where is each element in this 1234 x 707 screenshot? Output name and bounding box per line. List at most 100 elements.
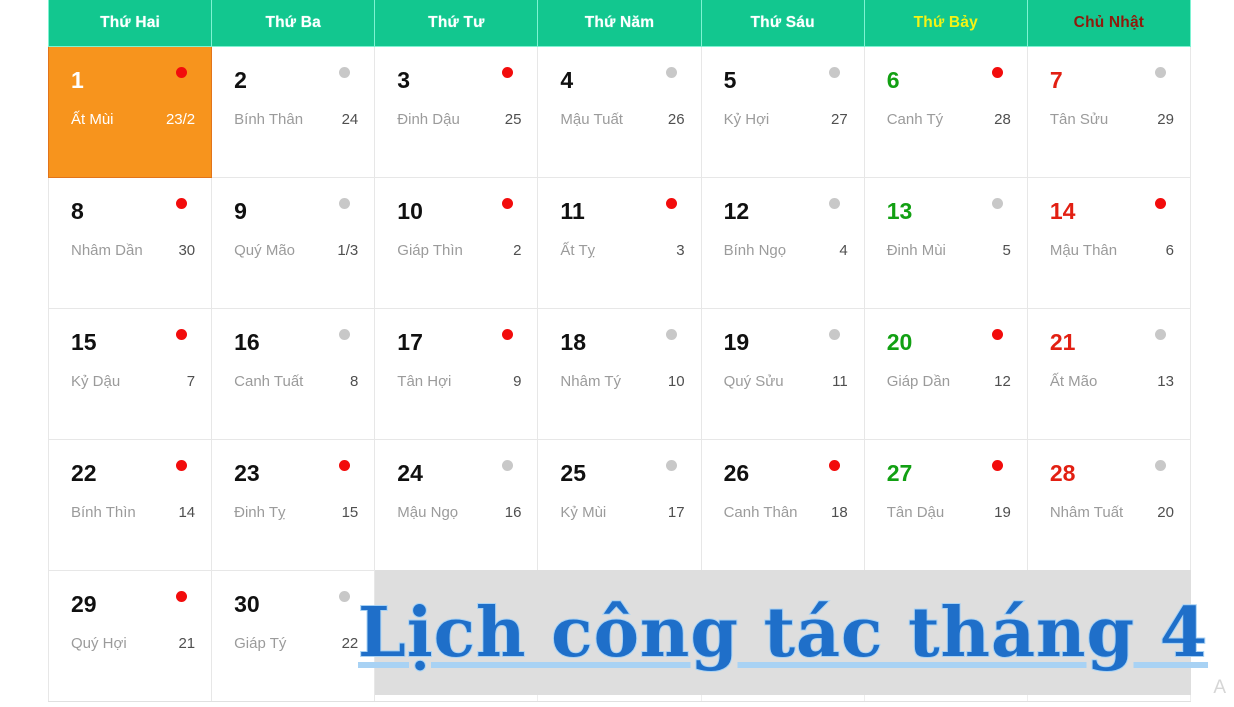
calendar-day-cell[interactable]: 16 Canh Tuất 8	[211, 308, 376, 440]
lunar-name: Bính Thân	[234, 111, 304, 128]
day-number: 20	[886, 329, 913, 355]
no-event-dot-icon[interactable]	[991, 198, 1003, 209]
no-event-dot-icon[interactable]	[339, 329, 351, 340]
calendar-day-cell[interactable]: 26 Canh Thân 18	[700, 439, 865, 571]
calendar-header-7: Chủ Nhật	[1026, 0, 1191, 47]
event-dot-icon[interactable]	[991, 329, 1003, 340]
event-dot-icon[interactable]	[339, 460, 351, 471]
day-number: 10	[397, 198, 423, 224]
calendar-day-cell[interactable]: 9 Quý Mão 1/3	[211, 177, 376, 309]
calendar-day-content: 11 Ất Tỵ 3	[538, 178, 700, 308]
event-dot-icon[interactable]	[176, 591, 188, 602]
lunar-day-number: 22	[341, 635, 359, 652]
calendar-day-cell[interactable]: 24 Mậu Ngọ 16	[374, 439, 539, 571]
no-event-dot-icon[interactable]	[828, 198, 840, 209]
calendar-day-cell[interactable]: 20 Giáp Dần 12	[863, 308, 1028, 440]
no-event-dot-icon[interactable]	[1154, 329, 1166, 340]
lunar-name: Quý Hợi	[71, 635, 127, 652]
event-dot-icon[interactable]	[991, 460, 1003, 471]
lunar-name: Canh Thân	[723, 504, 798, 521]
no-event-dot-icon[interactable]	[1154, 67, 1166, 78]
corner-mark: A	[1213, 677, 1226, 698]
event-dot-icon[interactable]	[176, 198, 188, 209]
calendar-day-cell[interactable]: 21 Ất Mão 13	[1026, 308, 1191, 440]
calendar-day-cell[interactable]: 23 Đinh Tỵ 15	[211, 439, 376, 571]
event-dot-icon[interactable]	[991, 67, 1003, 78]
lunar-day-number: 27	[831, 111, 848, 128]
calendar-day-cell[interactable]: 13 Đinh Mùi 5	[863, 177, 1028, 309]
calendar-day-cell[interactable]: 7 Tân Sửu 29	[1026, 46, 1191, 178]
calendar-day-cell[interactable]: 6 Canh Tý 28	[863, 46, 1028, 178]
calendar-day-content: 20 Giáp Dần 12	[865, 309, 1027, 439]
calendar-day-cell[interactable]: 11 Ất Tỵ 3	[537, 177, 702, 309]
no-event-dot-icon[interactable]	[339, 591, 351, 602]
calendar-day-content: 6 Canh Tý 28	[865, 47, 1027, 177]
no-event-dot-icon[interactable]	[828, 67, 840, 78]
no-event-dot-icon[interactable]	[665, 329, 677, 340]
calendar-day-content: 30 Giáp Tý 22	[212, 571, 374, 701]
calendar-day-cell[interactable]: 12 Bính Ngọ 4	[700, 177, 865, 309]
lunar-name: Nhâm Tuất	[1049, 504, 1124, 521]
no-event-dot-icon[interactable]	[502, 460, 514, 471]
event-dot-icon[interactable]	[176, 329, 188, 340]
calendar-day-content: 16 Canh Tuất 8	[212, 309, 374, 439]
calendar-day-content: 28 Nhâm Tuất 20	[1028, 440, 1190, 570]
lunar-info: Kỷ Hợi 27	[724, 111, 848, 128]
event-dot-icon[interactable]	[1154, 198, 1166, 209]
lunar-day-number: 28	[994, 111, 1011, 128]
lunar-name: Canh Tuất	[234, 373, 304, 390]
calendar-day-cell[interactable]: 8 Nhâm Dần 30	[47, 177, 213, 309]
event-dot-icon[interactable]	[176, 67, 188, 78]
lunar-name: Mậu Thân	[1049, 242, 1118, 259]
no-event-dot-icon[interactable]	[828, 329, 840, 340]
calendar-day-cell[interactable]: 22 Bính Thìn 14	[47, 439, 213, 571]
calendar-day-cell[interactable]: 27 Tân Dậu 19	[863, 439, 1028, 571]
calendar-day-cell[interactable]: 17 Tân Hợi 9	[374, 308, 539, 440]
lunar-name: Kỷ Hợi	[723, 111, 770, 128]
day-number: 22	[71, 460, 97, 486]
event-dot-icon[interactable]	[502, 329, 514, 340]
lunar-day-number: 25	[504, 111, 522, 128]
calendar-day-cell[interactable]: 29 Quý Hợi 21	[47, 570, 213, 702]
calendar-day-cell[interactable]: 19 Quý Sửu 11	[700, 308, 865, 440]
calendar-day-content: 3 Đinh Dậu 25	[375, 47, 537, 177]
calendar-day-cell[interactable]: 25 Kỷ Mùi 17	[537, 439, 702, 571]
calendar-day-cell[interactable]: 2 Bính Thân 24	[211, 46, 376, 178]
no-event-dot-icon[interactable]	[665, 67, 677, 78]
lunar-name: Đinh Mùi	[886, 242, 946, 259]
no-event-dot-icon[interactable]	[1154, 460, 1166, 471]
lunar-info: Tân Dậu 19	[887, 504, 1011, 521]
calendar-day-cell[interactable]: 3 Đinh Dậu 25	[374, 46, 539, 178]
event-dot-icon[interactable]	[176, 460, 188, 471]
calendar-day-cell[interactable]: 18 Nhâm Tý 10	[537, 308, 702, 440]
no-event-dot-icon[interactable]	[665, 460, 677, 471]
event-dot-icon[interactable]	[828, 460, 840, 471]
event-dot-icon[interactable]	[502, 198, 514, 209]
no-event-dot-icon[interactable]	[339, 67, 351, 78]
lunar-name: Nhâm Dần	[71, 242, 143, 259]
calendar-page: Thứ Hai Thứ Ba Thứ Tư Thứ Năm Thứ Sáu Thứ Bảy…	[0, 0, 1234, 707]
calendar-day-cell[interactable]: 4 Mậu Tuất 26	[537, 46, 702, 178]
lunar-info: Đinh Mùi 5	[887, 242, 1011, 259]
day-number: 23	[234, 460, 260, 486]
lunar-day-number: 19	[994, 504, 1011, 521]
calendar-day-content: 8 Nhâm Dần 30	[49, 178, 211, 308]
event-dot-icon[interactable]	[665, 198, 677, 209]
lunar-day-number: 29	[1157, 111, 1174, 128]
lunar-info: Mậu Ngọ 16	[397, 504, 521, 521]
calendar-day-cell[interactable]: 10 Giáp Thìn 2	[374, 177, 539, 309]
calendar-day-cell[interactable]: 14 Mậu Thân 6	[1026, 177, 1191, 309]
lunar-day-number: 15	[341, 504, 359, 521]
event-dot-icon[interactable]	[502, 67, 514, 78]
day-number: 12	[723, 198, 750, 224]
calendar-day-content: 14 Mậu Thân 6	[1028, 178, 1190, 308]
calendar-day-cell[interactable]: 1 Ất Mùi 23/2	[47, 46, 213, 178]
calendar-day-cell[interactable]: 5 Kỷ Hợi 27	[700, 46, 865, 178]
calendar-day-cell[interactable]: 28 Nhâm Tuất 20	[1026, 439, 1191, 571]
no-event-dot-icon[interactable]	[339, 198, 351, 209]
lunar-name: Giáp Thìn	[397, 242, 463, 259]
calendar-day-cell[interactable]: 30 Giáp Tý 22	[211, 570, 376, 702]
calendar-day-cell[interactable]: 15 Kỷ Dậu 7	[47, 308, 213, 440]
calendar-day-content: 4 Mậu Tuất 26	[538, 47, 700, 177]
lunar-name: Nhâm Tý	[560, 373, 621, 390]
